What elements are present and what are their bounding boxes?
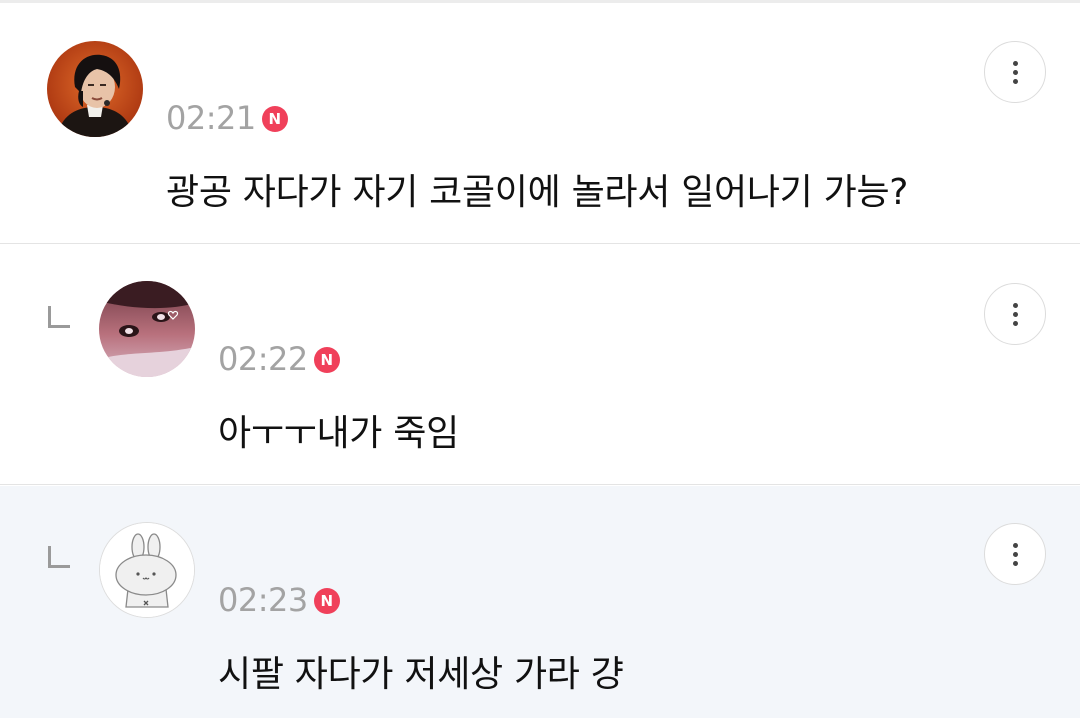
comment-text: 광공 자다가 자기 코골이에 놀라서 일어나기 가능? (166, 172, 909, 213)
more-dot (1012, 78, 1018, 84)
new-badge: N (261, 106, 288, 132)
reply-arrow-icon (48, 546, 70, 568)
avatar[interactable] (99, 281, 195, 377)
avatar[interactable] (47, 41, 143, 137)
profile-photo-person-icon (47, 41, 143, 137)
timestamp: 02:22 (218, 340, 308, 378)
more-dot (1012, 551, 1018, 557)
more-options-button[interactable] (984, 283, 1046, 345)
reply-comment-item: 02:22 N 아ㅜㅜ내가 죽임 (0, 245, 1080, 485)
reply-comment-item: 02:23 N 시팔 자다가 저세상 가라 걍 (0, 486, 1080, 718)
more-dot (1012, 69, 1018, 75)
new-badge: N (313, 588, 340, 614)
comment-item: 02:21 N 광공 자다가 자기 코골이에 놀라서 일어나기 가능? (0, 3, 1080, 244)
more-dot (1012, 560, 1018, 566)
new-badge: N (313, 347, 340, 373)
comment-meta: 02:23 N (218, 580, 340, 620)
more-vertical-icon (1012, 302, 1018, 308)
timestamp: 02:23 (218, 581, 308, 619)
comment-text: 아ㅜㅜ내가 죽임 (218, 413, 459, 454)
more-options-button[interactable] (984, 523, 1046, 585)
timestamp: 02:21 (166, 99, 256, 137)
more-vertical-icon (1012, 60, 1018, 66)
profile-photo-closeup-icon (99, 281, 195, 377)
more-dot (1012, 311, 1018, 317)
comment-meta: 02:22 N (218, 339, 340, 379)
avatar[interactable] (99, 522, 195, 618)
default-bunny-avatar-icon (100, 523, 194, 617)
more-dot (1012, 320, 1018, 326)
reply-arrow-icon (48, 306, 70, 328)
comment-meta: 02:21 N (166, 98, 288, 138)
comment-text: 시팔 자다가 저세상 가라 걍 (218, 654, 624, 695)
comment-thread: 02:21 N 광공 자다가 자기 코골이에 놀라서 일어나기 가능? 02:2… (0, 0, 1080, 718)
more-options-button[interactable] (984, 41, 1046, 103)
more-vertical-icon (1012, 542, 1018, 548)
